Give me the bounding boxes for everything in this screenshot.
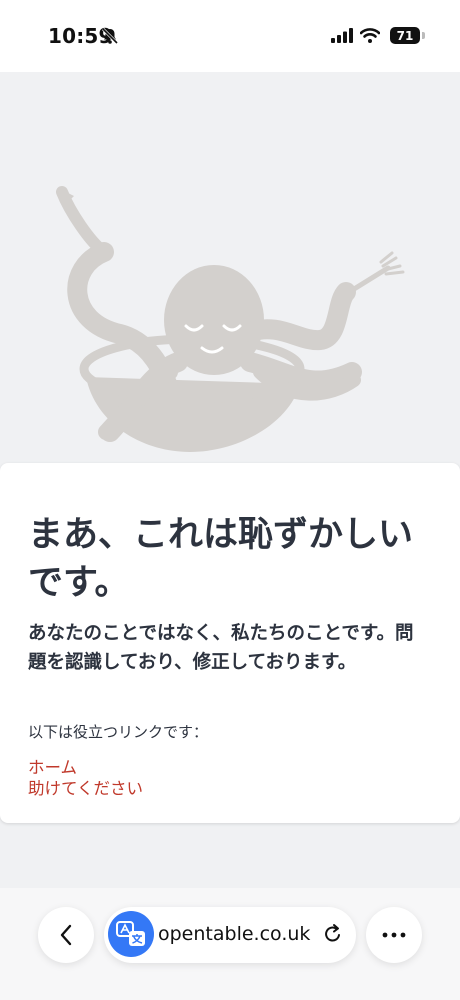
error-headline: まあ、これは恥ずかしいです。 — [28, 515, 414, 603]
bell-muted-icon — [101, 27, 119, 45]
cellular-signal-icon — [331, 28, 353, 43]
chevron-left-icon — [60, 924, 72, 946]
battery-indicator: 71 — [390, 27, 425, 44]
reload-icon[interactable] — [322, 923, 344, 945]
browser-toolbar: opentable.co.uk — [0, 888, 460, 1000]
error-card: まあ、これは恥ずかしいです。 あなたのことではなく、私たちのことです。問題を認識… — [0, 463, 460, 823]
more-button[interactable] — [366, 907, 422, 963]
status-bar: 10:59 71 — [0, 0, 460, 72]
help-link[interactable]: 助けてください — [28, 775, 143, 799]
error-message: あなたのことではなく、私たちのことです。問題を認識しており、修正しております。 — [28, 623, 414, 673]
links-intro: 以下は役立つリンクです： — [28, 723, 209, 741]
translate-icon[interactable] — [108, 911, 154, 957]
octopus-illustration — [56, 186, 405, 452]
more-horizontal-icon — [382, 932, 406, 938]
address-bar[interactable]: opentable.co.uk — [104, 907, 356, 963]
url-text: opentable.co.uk — [158, 923, 311, 945]
wifi-icon — [360, 28, 380, 43]
back-button[interactable] — [38, 907, 94, 963]
